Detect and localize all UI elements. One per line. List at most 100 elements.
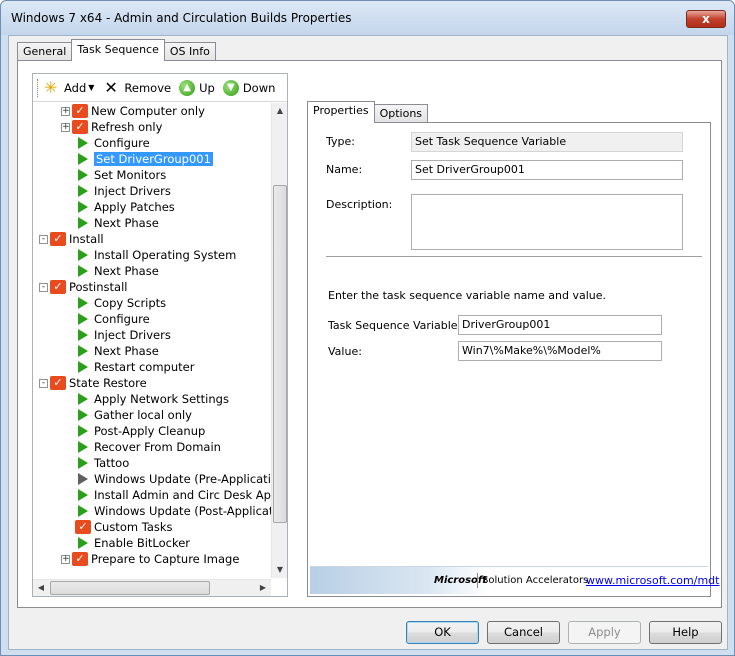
tree-item[interactable]: Configure	[75, 311, 150, 327]
tab-properties[interactable]: Properties	[307, 101, 375, 123]
collapse-icon[interactable]: -	[39, 282, 48, 292]
tree-item-label: Next Phase	[94, 264, 159, 278]
tree-item-label: Windows Update (Pre-Application Ins	[94, 472, 271, 486]
tab-general[interactable]: General	[17, 42, 73, 61]
tree-item-label: Gather local only	[94, 408, 192, 422]
mdt-link[interactable]: www.microsoft.com/mdt	[586, 574, 719, 587]
tree-item-label: Install Admin and Circ Desk Applicatio	[94, 488, 271, 502]
play-icon	[78, 457, 88, 469]
tab-options[interactable]: Options	[373, 104, 429, 123]
task-sequence-tree[interactable]: + ✓ New Computer only + ✓ Refresh only Configu…	[33, 103, 271, 579]
tree-item[interactable]: Recover From Domain	[75, 439, 221, 455]
help-button[interactable]: Help	[649, 621, 722, 644]
up-button[interactable]: ▲ Up	[179, 79, 215, 96]
variable-field[interactable]: DriverGroup001	[458, 315, 662, 335]
separator	[326, 256, 702, 257]
title-bar[interactable]: Windows 7 x64 - Admin and Circulation Bu…	[1, 1, 734, 35]
collapse-icon[interactable]: -	[39, 234, 48, 244]
play-icon	[78, 489, 88, 501]
play-icon	[78, 441, 88, 453]
play-icon	[78, 313, 88, 325]
dialog-client-area: General Task Sequence OS Info ✳ Add ▼ ✕ …	[8, 35, 728, 650]
tree-item[interactable]: Windows Update (Pre-Application Ins	[75, 471, 271, 487]
tree-item[interactable]: + ✓ New Computer only	[61, 103, 205, 119]
tree-item[interactable]: Windows Update (Post-Application Ins	[75, 503, 271, 519]
expand-icon[interactable]: +	[61, 122, 70, 132]
add-label: Add	[64, 80, 87, 95]
down-button[interactable]: ▼ Down	[222, 79, 276, 96]
tree-item[interactable]: Apply Network Settings	[75, 391, 229, 407]
tree-item[interactable]: + ✓ Prepare to Capture Image	[61, 551, 239, 567]
apply-button[interactable]: Apply	[568, 621, 641, 644]
tab-task-sequence[interactable]: Task Sequence	[71, 39, 165, 61]
main-tabs: General Task Sequence OS Info	[17, 39, 216, 61]
window-title: Windows 7 x64 - Admin and Circulation Bu…	[11, 11, 352, 25]
tree-item[interactable]: ✓ Custom Tasks	[75, 519, 173, 535]
expand-icon[interactable]: +	[61, 106, 70, 116]
task-sequence-panel: ✳ Add ▼ ✕ Remove ▲ Up ▼ Down + ✓ New Com…	[17, 60, 722, 608]
scroll-up-icon[interactable]: ▲	[272, 103, 288, 119]
tree-horizontal-scrollbar[interactable]: ◀ ▶	[33, 579, 271, 596]
checklist-icon: ✓	[50, 376, 66, 390]
tree-item-label: Next Phase	[94, 344, 159, 358]
tree-item[interactable]: Apply Patches	[75, 199, 175, 215]
tree-item[interactable]: Install Operating System	[75, 247, 236, 263]
tree-item[interactable]: - ✓ Postinstall	[39, 279, 127, 295]
tree-item-label: Configure	[94, 136, 150, 150]
tree-item[interactable]: Set Monitors	[75, 167, 166, 183]
tree-item[interactable]: Next Phase	[75, 343, 159, 359]
tree-item[interactable]: Set DriverGroup001	[75, 151, 213, 167]
cancel-button[interactable]: Cancel	[487, 621, 560, 644]
solution-accelerators-banner: Microsoft Solution Accelerators www.micr…	[310, 566, 719, 594]
scroll-left-icon[interactable]: ◀	[33, 580, 49, 596]
tree-item[interactable]: Gather local only	[75, 407, 192, 423]
tree-item[interactable]: Restart computer	[75, 359, 194, 375]
play-disabled-icon	[78, 473, 88, 485]
name-label: Name:	[326, 163, 363, 176]
hscroll-thumb[interactable]	[50, 581, 210, 595]
scroll-right-icon[interactable]: ▶	[255, 580, 271, 596]
tree-item[interactable]: Configure	[75, 135, 150, 151]
tree-item[interactable]: - ✓ State Restore	[39, 375, 147, 391]
tree-item[interactable]: + ✓ Refresh only	[61, 119, 162, 135]
play-icon	[78, 537, 88, 549]
expand-icon[interactable]: +	[61, 554, 70, 564]
close-button[interactable]: x	[686, 10, 726, 28]
tree-item-label: Tattoo	[94, 456, 130, 470]
tree-item[interactable]: Inject Drivers	[75, 183, 171, 199]
description-field[interactable]	[411, 194, 683, 250]
play-icon	[78, 361, 88, 373]
tree-vertical-scrollbar[interactable]: ▲ ▼	[271, 103, 287, 578]
add-button[interactable]: ✳ Add ▼	[44, 79, 96, 96]
scroll-down-icon[interactable]: ▼	[272, 562, 288, 578]
tree-item[interactable]: Next Phase	[75, 263, 159, 279]
tree-item-label: Next Phase	[94, 216, 159, 230]
tree-item-label: Copy Scripts	[94, 296, 167, 310]
tree-item[interactable]: Install Admin and Circ Desk Applicatio	[75, 487, 271, 503]
down-label: Down	[242, 80, 276, 95]
tree-item[interactable]: Post-Apply Cleanup	[75, 423, 205, 439]
ok-button[interactable]: OK	[406, 621, 479, 644]
tree-item[interactable]: Next Phase	[75, 215, 159, 231]
tree-item[interactable]: Copy Scripts	[75, 295, 166, 311]
checklist-icon: ✓	[50, 232, 66, 246]
value-field[interactable]: Win7\%Make%\%Model%	[458, 341, 662, 361]
scroll-thumb[interactable]	[273, 185, 287, 523]
tree-item-label: State Restore	[69, 376, 147, 390]
play-icon	[78, 185, 88, 197]
tree-item[interactable]: Inject Drivers	[75, 327, 171, 343]
play-icon	[78, 169, 88, 181]
name-field[interactable]: Set DriverGroup001	[411, 160, 683, 180]
tree-item[interactable]: - ✓ Install	[39, 231, 104, 247]
tree-item[interactable]: Tattoo	[75, 455, 129, 471]
tree-item-label: Install	[69, 232, 104, 246]
checklist-icon: ✓	[72, 120, 88, 134]
tab-os-info[interactable]: OS Info	[163, 42, 216, 61]
chevron-down-icon[interactable]: ▼	[88, 83, 94, 92]
properties-pane: Properties Options Type: Set Task Sequen…	[307, 101, 719, 597]
play-icon	[78, 265, 88, 277]
collapse-icon[interactable]: -	[39, 378, 48, 388]
remove-button[interactable]: ✕ Remove	[104, 79, 171, 96]
tree-item[interactable]: Enable BitLocker	[75, 535, 190, 551]
tree-item-label: Enable BitLocker	[94, 536, 191, 550]
